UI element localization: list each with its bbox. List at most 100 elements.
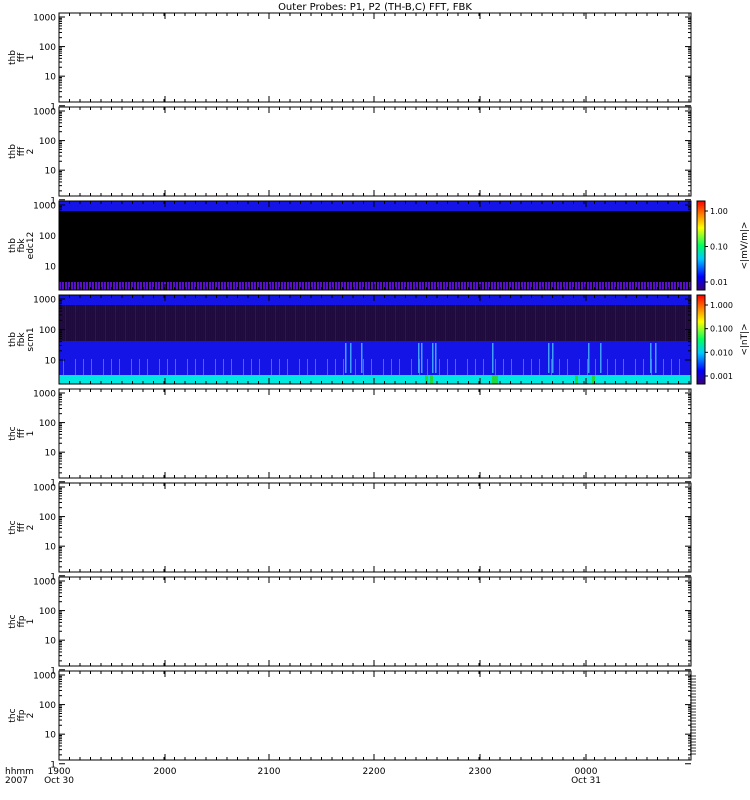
y-ticks: 1000100101 <box>33 578 691 676</box>
violet-stripe <box>197 282 199 290</box>
dark-stripe <box>659 305 660 341</box>
violet-stripe <box>284 282 286 290</box>
blue-variation <box>607 359 608 375</box>
dark-stripe <box>311 305 312 341</box>
dark-stripe <box>501 305 502 341</box>
y-tick-label: 100 <box>39 43 56 53</box>
dark-stripe <box>69 305 70 341</box>
violet-stripe <box>455 282 457 290</box>
violet-stripe <box>356 282 358 290</box>
violet-stripe <box>410 282 412 290</box>
dark-stripe <box>329 305 330 341</box>
violet-stripe <box>494 282 496 290</box>
dark-stripe <box>327 305 328 341</box>
dark-stripe <box>303 305 304 341</box>
dark-stripe <box>313 305 314 341</box>
dark-stripe <box>195 305 196 341</box>
dark-stripe <box>517 305 518 341</box>
dark-stripe <box>251 305 252 341</box>
violet-stripe <box>149 282 151 290</box>
dark-stripe <box>605 305 606 341</box>
dark-stripe <box>253 305 254 341</box>
dark-stripe <box>267 305 268 341</box>
dark-stripe <box>657 305 658 341</box>
blue-variation <box>427 359 428 375</box>
dark-stripe <box>511 305 512 341</box>
violet-stripe <box>536 282 538 290</box>
blue-variation <box>251 359 252 375</box>
dark-stripe <box>167 305 168 341</box>
dark-stripe <box>543 305 544 341</box>
spectrogram-thb-fbk-scm1 <box>59 295 691 384</box>
blue-variation <box>139 359 140 375</box>
blue-variation <box>551 359 552 375</box>
blue-variation <box>531 359 532 375</box>
violet-stripe <box>155 282 157 290</box>
dark-stripe <box>435 305 436 341</box>
dark-stripe <box>597 305 598 341</box>
panel-thc-fff-1: 1000 100 10 1thc fff 1 <box>8 388 692 488</box>
y-tick-label: 10 <box>45 73 57 83</box>
y-label: thc fff 1 <box>8 426 36 440</box>
dark-stripe <box>323 305 324 341</box>
dark-stripe <box>537 305 538 341</box>
violet-stripe <box>347 282 349 290</box>
blue-variation <box>483 359 484 375</box>
dark-stripe <box>351 305 352 341</box>
dark-stripe <box>431 305 432 341</box>
dark-stripe <box>617 305 618 341</box>
dark-stripe <box>223 305 224 341</box>
colorbar-label: <|nT|> <box>740 323 750 355</box>
dark-stripe <box>401 305 402 341</box>
blue-variation <box>307 359 308 375</box>
dark-stripe <box>533 305 534 341</box>
violet-stripe <box>254 282 256 290</box>
dark-stripe <box>641 305 642 341</box>
dark-stripe <box>67 305 68 341</box>
violet-stripe <box>104 282 106 290</box>
dark-stripe <box>271 305 272 341</box>
violet-stripe <box>632 282 634 290</box>
blue-variation <box>595 359 596 375</box>
violet-stripe <box>179 282 181 290</box>
violet-stripe <box>116 282 118 290</box>
violet-stripe <box>113 282 115 290</box>
blue-variation <box>671 359 672 375</box>
dark-stripe <box>353 305 354 341</box>
blue-variation <box>371 359 372 375</box>
dark-stripe <box>125 305 126 341</box>
dark-stripe <box>291 305 292 341</box>
violet-stripe <box>512 282 514 290</box>
y-tick-label: 100 <box>39 232 56 242</box>
dark-stripe <box>683 305 684 341</box>
blue-variation <box>271 359 272 375</box>
dark-stripe <box>509 305 510 341</box>
y-tick-label: 100 <box>39 607 56 617</box>
y-label: thb fff 2 <box>8 144 36 159</box>
y-ticks: 1000100101 <box>33 14 691 112</box>
dark-stripe <box>77 305 78 341</box>
dark-stripe <box>439 305 440 341</box>
figure: Outer Probes: P1, P2 (TH-B,C) FFT, FBK 1… <box>5 2 750 786</box>
violet-stripe <box>386 282 388 290</box>
y-tick-label: 10 <box>45 167 57 177</box>
right-edge-marks <box>690 675 696 755</box>
dark-stripe <box>433 305 434 341</box>
dark-stripe <box>365 305 366 341</box>
dark-stripe <box>445 305 446 341</box>
violet-stripe <box>221 282 223 290</box>
blue-variation <box>355 359 356 375</box>
colorbar-label: <|mV/m|> <box>740 222 750 270</box>
dark-stripe <box>73 305 74 341</box>
dark-stripe <box>177 305 178 341</box>
violet-stripe <box>98 282 100 290</box>
dark-stripe <box>381 305 382 341</box>
dark-stripe <box>147 305 148 341</box>
violet-stripe <box>641 282 643 290</box>
dark-stripe <box>81 305 82 341</box>
violet-stripe <box>314 282 316 290</box>
dark-stripe <box>487 305 488 341</box>
violet-stripe <box>128 282 130 290</box>
dark-stripe <box>285 305 286 341</box>
blue-variation <box>159 359 160 375</box>
